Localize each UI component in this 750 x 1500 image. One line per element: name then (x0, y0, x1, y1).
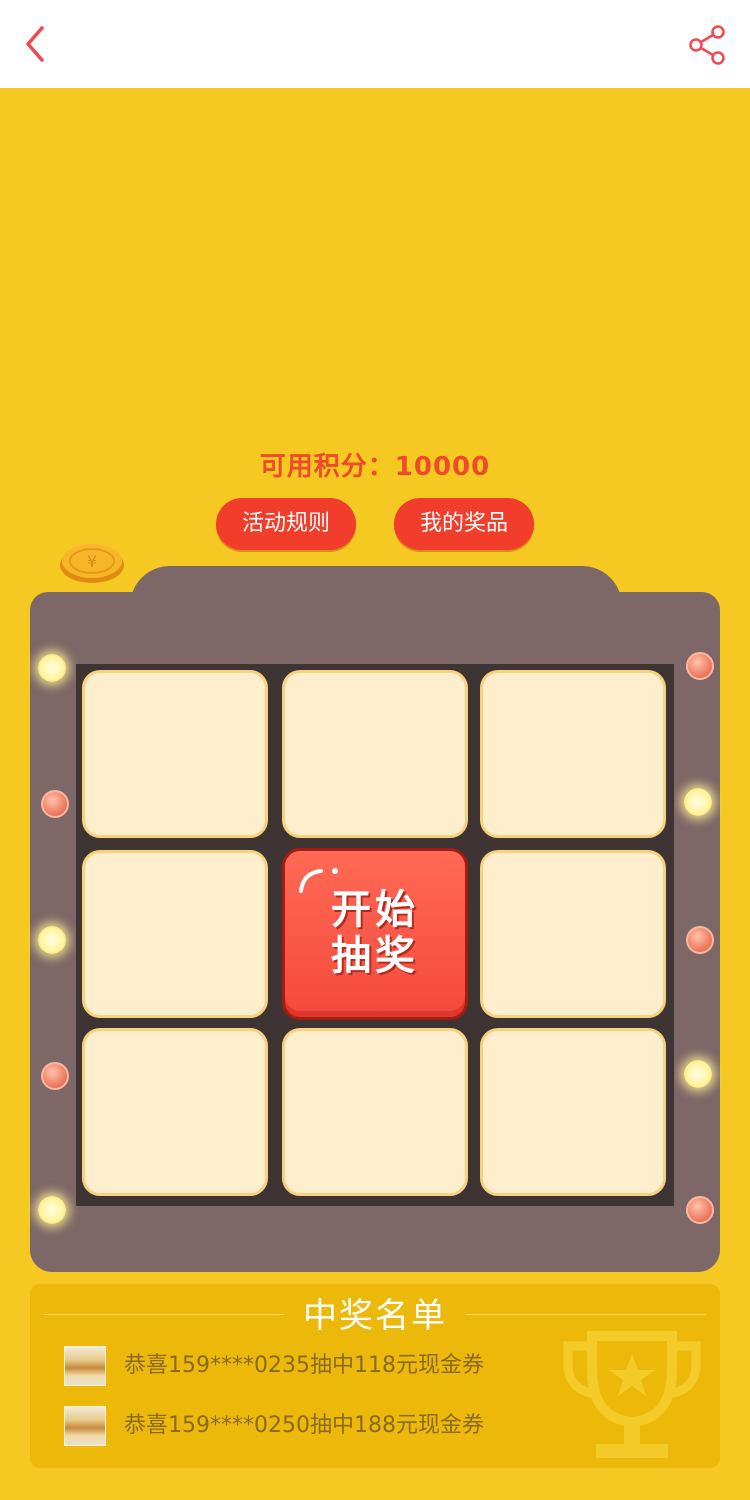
prize-thumbnail (64, 1346, 106, 1386)
light-bulb (38, 654, 66, 682)
light-bulb (684, 788, 712, 816)
prize-thumbnail (64, 1406, 106, 1446)
my-prizes-button[interactable]: 我的奖品 (394, 498, 534, 550)
points-label: 可用积分： (259, 452, 395, 482)
start-label-line2: 抽奖 (331, 932, 419, 979)
light-bulb (38, 926, 66, 954)
start-lottery-label: 开始 抽奖 (285, 887, 465, 979)
light-bulb (686, 1196, 714, 1224)
prize-cell[interactable] (282, 1028, 468, 1196)
winners-panel: 中奖名单 恭喜159****0235抽中118元现金券 恭喜159****025… (30, 1284, 720, 1468)
prize-cell[interactable] (480, 670, 666, 838)
start-lottery-button[interactable]: 开始 抽奖 (282, 848, 468, 1020)
prize-cell[interactable] (282, 670, 468, 838)
points-value: 10000 (394, 452, 491, 482)
prize-cell[interactable] (82, 670, 268, 838)
winner-text: 恭喜159****0235抽中118元现金券 (124, 1353, 484, 1378)
light-bulb (41, 1062, 69, 1090)
winner-text: 恭喜159****0250抽中188元现金券 (124, 1413, 484, 1438)
chevron-left-icon (26, 26, 44, 62)
light-bulb (41, 790, 69, 818)
share-button[interactable] (688, 24, 730, 66)
prize-cell[interactable] (480, 850, 666, 1018)
start-label-line1: 开始 (331, 886, 419, 933)
prize-cell[interactable] (82, 850, 268, 1018)
light-bulb (684, 1060, 712, 1088)
light-bulb (38, 1196, 66, 1224)
winner-list-item: 恭喜159****0235抽中118元现金券 (64, 1344, 664, 1388)
light-bulb (686, 926, 714, 954)
available-points: 可用积分：10000 (0, 446, 750, 483)
lottery-board: 开始 抽奖 (76, 664, 674, 1206)
prize-cell[interactable] (82, 1028, 268, 1196)
activity-rules-button[interactable]: 活动规则 (216, 498, 356, 550)
prize-cell[interactable] (480, 1028, 666, 1196)
back-button[interactable] (18, 24, 58, 64)
share-icon (689, 25, 725, 65)
light-bulb (686, 652, 714, 680)
top-nav-bar (0, 0, 750, 88)
winner-list-item: 恭喜159****0250抽中188元现金券 (64, 1404, 664, 1448)
lottery-machine: 开始 抽奖 (30, 566, 720, 1272)
